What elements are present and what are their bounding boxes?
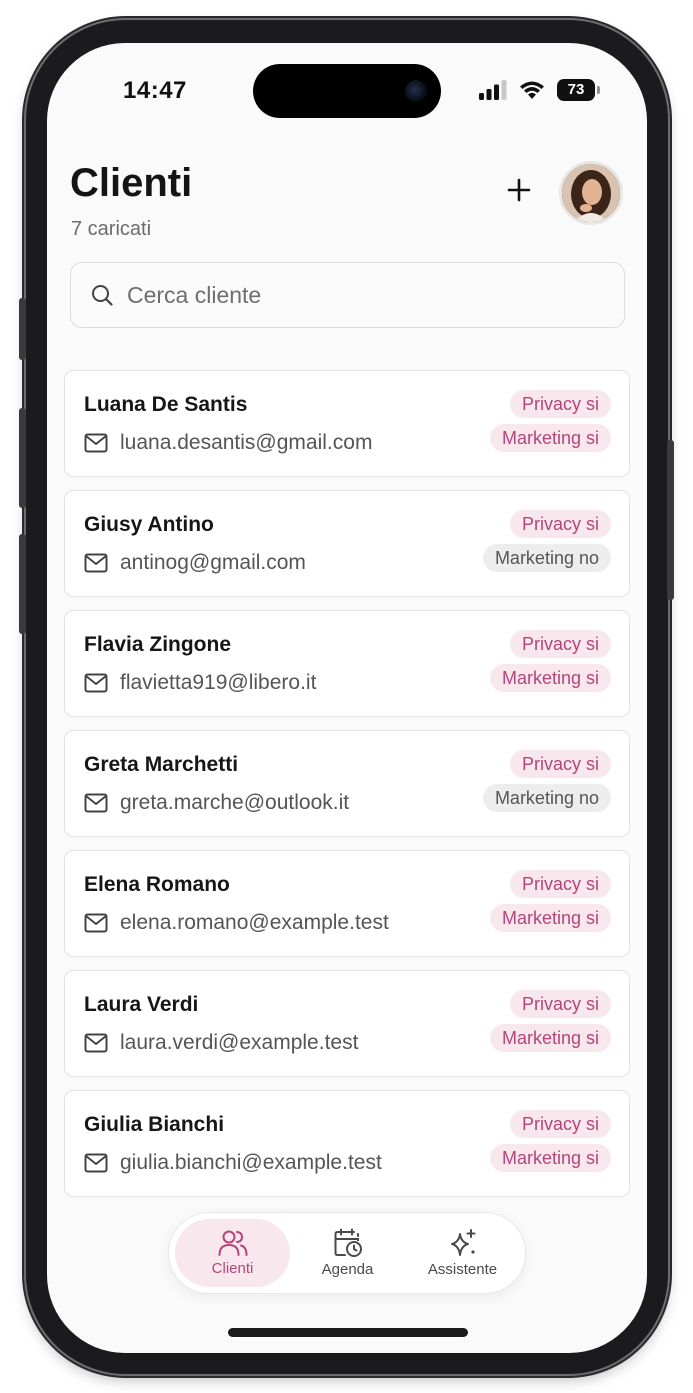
client-email: flavietta919@libero.it: [120, 671, 317, 694]
signal-icon: [479, 80, 507, 100]
client-card[interactable]: Giusy Antino antinog@gmail.com Privacy si M…: [64, 490, 630, 597]
users-icon: [218, 1230, 247, 1256]
action-button: [19, 298, 26, 360]
mail-icon: [84, 1153, 108, 1178]
client-email: greta.marche@outlook.it: [120, 791, 350, 814]
client-name: Luana De Santis: [84, 393, 248, 416]
privacy-badge: Privacy si: [509, 750, 611, 778]
client-card[interactable]: Flavia Zingone flavietta919@libero.it Priv…: [64, 610, 630, 717]
privacy-badge: Privacy si: [509, 990, 611, 1018]
bottom-tab-bar: Clienti Agenda Assistente: [168, 1212, 526, 1294]
client-name: Giusy Antino: [84, 513, 214, 536]
status-time: 14:47: [123, 77, 187, 104]
tab-label: Assistente: [427, 1261, 498, 1278]
add-client-button[interactable]: [503, 174, 535, 206]
privacy-badge: Privacy si: [509, 1110, 611, 1138]
client-email: elena.romano@example.test: [120, 911, 389, 934]
client-email: antinog@gmail.com: [120, 551, 306, 574]
tab-assistente[interactable]: Assistente: [405, 1219, 520, 1287]
marketing-badge: Marketing si: [489, 904, 611, 932]
client-name: Giulia Bianchi: [84, 1113, 225, 1136]
client-name: Greta Marchetti: [84, 753, 239, 776]
avatar[interactable]: [559, 161, 623, 225]
mail-icon: [84, 913, 108, 938]
search-input[interactable]: [127, 281, 587, 309]
tab-label: Agenda: [321, 1261, 374, 1278]
search-icon: [92, 285, 113, 306]
client-name: Elena Romano: [84, 873, 230, 896]
privacy-badge: Privacy si: [509, 510, 611, 538]
mail-icon: [84, 433, 108, 458]
app-screen: 14:47 73 Clienti 7 caricati Cerca client…: [47, 43, 647, 1353]
client-card[interactable]: Elena Romano elena.romano@example.test Pri…: [64, 850, 630, 957]
profile-photo: [562, 164, 620, 222]
marketing-badge: Marketing si: [489, 1144, 611, 1172]
client-name: Flavia Zingone: [84, 633, 232, 656]
marketing-badge: Marketing si: [489, 1024, 611, 1052]
client-email: giulia.bianchi@example.test: [120, 1151, 382, 1174]
battery-level: 73: [567, 81, 585, 98]
client-card[interactable]: Laura Verdi laura.verdi@example.test Priva…: [64, 970, 630, 1077]
tab-agenda[interactable]: Agenda: [290, 1219, 405, 1287]
status-icons: 73: [479, 79, 600, 101]
client-email: luana.desantis@gmail.com: [120, 431, 373, 454]
client-card[interactable]: Greta Marchetti greta.marche@outlook.it Pr…: [64, 730, 630, 837]
marketing-badge: Marketing no: [482, 544, 611, 572]
wifi-icon: [520, 81, 544, 99]
volume-up-button: [19, 408, 26, 508]
tab-label: Clienti: [211, 1260, 254, 1277]
dynamic-island: [253, 64, 441, 118]
mail-icon: [84, 793, 108, 818]
calendar-clock-icon: [334, 1228, 362, 1257]
client-card[interactable]: Luana De Santis luana.desantis@gmail.com P…: [64, 370, 630, 477]
volume-down-button: [19, 534, 26, 634]
battery-icon: 73: [557, 79, 600, 101]
privacy-badge: Privacy si: [509, 630, 611, 658]
client-list: Luana De Santis luana.desantis@gmail.com P…: [64, 370, 630, 1210]
plus-icon: [507, 178, 531, 202]
mail-icon: [84, 1033, 108, 1058]
client-name: Laura Verdi: [84, 993, 199, 1016]
home-indicator[interactable]: [228, 1328, 468, 1337]
page-title: Clienti: [70, 161, 193, 205]
camera-icon: [405, 80, 427, 102]
client-email: laura.verdi@example.test: [120, 1031, 359, 1054]
mail-icon: [84, 673, 108, 698]
marketing-badge: Marketing no: [482, 784, 611, 812]
client-card[interactable]: Giulia Bianchi giulia.bianchi@example.tes…: [64, 1090, 630, 1197]
mail-icon: [84, 553, 108, 578]
privacy-badge: Privacy si: [509, 870, 611, 898]
search-bar[interactable]: [70, 262, 625, 328]
privacy-badge: Privacy si: [509, 390, 611, 418]
tab-clienti[interactable]: Clienti: [175, 1219, 290, 1287]
marketing-badge: Marketing si: [489, 664, 611, 692]
marketing-badge: Marketing si: [489, 424, 611, 452]
power-button: [667, 440, 674, 600]
client-count: 7 caricati: [71, 218, 152, 240]
sparkles-icon: [450, 1229, 475, 1256]
